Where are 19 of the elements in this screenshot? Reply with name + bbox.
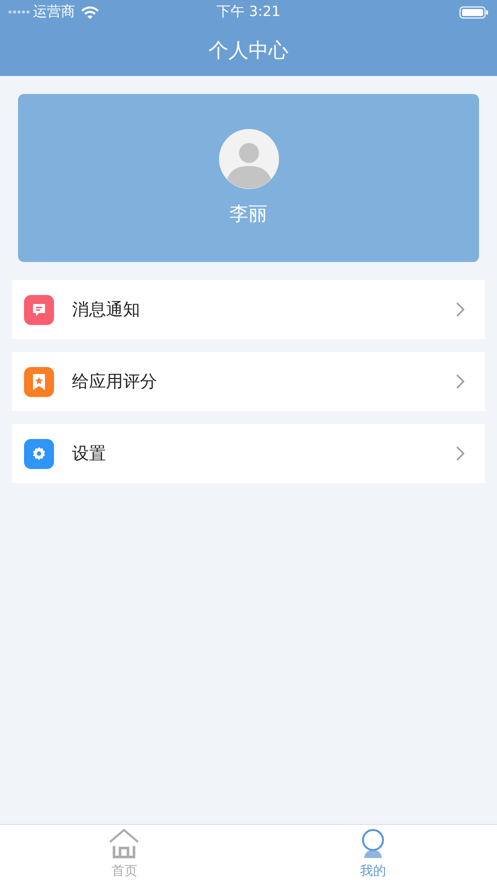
menu-item[interactable]: 消息通知: [12, 280, 485, 339]
status-time: 下午 3:21: [216, 3, 280, 21]
home-icon: [108, 828, 140, 860]
menu-item[interactable]: 给应用评分: [12, 352, 485, 411]
chevron-icon: [456, 374, 465, 389]
avatar-icon: [218, 129, 278, 189]
menu-item[interactable]: 设置: [12, 424, 485, 483]
user-name: 李丽: [230, 202, 268, 227]
user-icon: [360, 828, 386, 860]
signal-icon: [8, 9, 30, 15]
chevron-icon: [456, 302, 465, 317]
battery-icon: [459, 6, 490, 18]
bookmark-star-icon: [31, 372, 47, 390]
gear-icon: [31, 446, 47, 462]
message-icon: [31, 302, 47, 318]
page-title: 个人中心: [208, 36, 288, 64]
carrier-name: 运营商: [33, 3, 75, 21]
chevron-icon: [456, 446, 465, 461]
wifi-icon: [81, 6, 99, 18]
